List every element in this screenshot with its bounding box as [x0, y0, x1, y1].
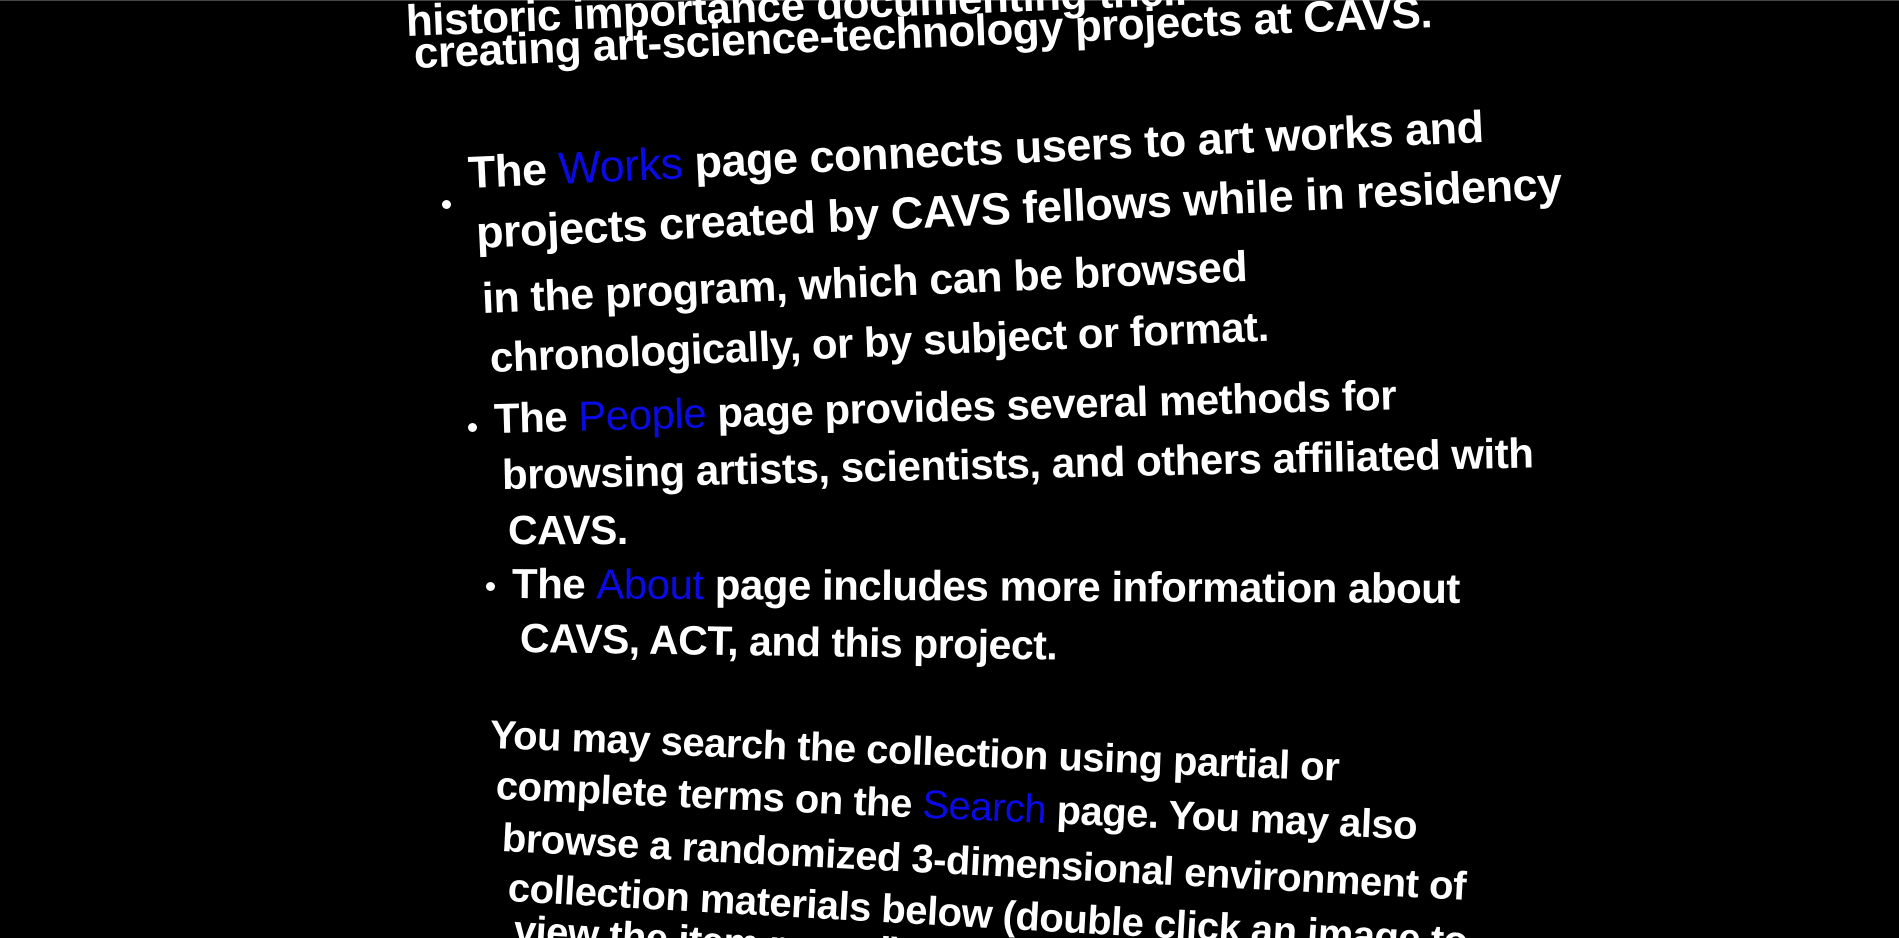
bullet-dot-about: [486, 582, 495, 591]
bullet-about-line-2: CAVS, ACT, and this project.: [519, 615, 1058, 669]
bullet-people-text-2: browsing artists, scientists, and others…: [501, 429, 1534, 498]
bullet-about-text-2: CAVS, ACT, and this project.: [519, 615, 1058, 669]
about-link[interactable]: About: [596, 560, 704, 608]
bullet-dot-people: [468, 423, 477, 432]
bullet-about-prefix: The: [511, 560, 597, 608]
people-link[interactable]: People: [578, 389, 707, 439]
bullet-works-prefix: The: [466, 142, 560, 198]
bullet-people-text-3: CAVS.: [508, 507, 628, 553]
search-paragraph-suffix: page. You may also: [1045, 788, 1419, 849]
bullet-people-line-3: CAVS.: [508, 510, 628, 551]
bullet-people-prefix: The: [493, 392, 579, 442]
bullet-people-line-1: The People page provides several methods…: [493, 371, 1397, 442]
bullet-about-line-1: The About page includes more information…: [511, 560, 1460, 612]
search-link[interactable]: Search: [922, 783, 1048, 832]
bullet-about-suffix: page includes more information about: [703, 561, 1460, 612]
works-link[interactable]: Works: [557, 137, 683, 194]
bullet-dot-works: [442, 200, 451, 209]
search-paragraph-prefix: complete terms on the: [495, 764, 924, 827]
intro-3d-text-panel[interactable]: historic importance documenting their cr…: [0, 0, 1899, 938]
bullet-people-suffix: page provides several methods for: [705, 371, 1397, 437]
bullet-people-line-2: browsing artists, scientists, and others…: [501, 429, 1534, 498]
